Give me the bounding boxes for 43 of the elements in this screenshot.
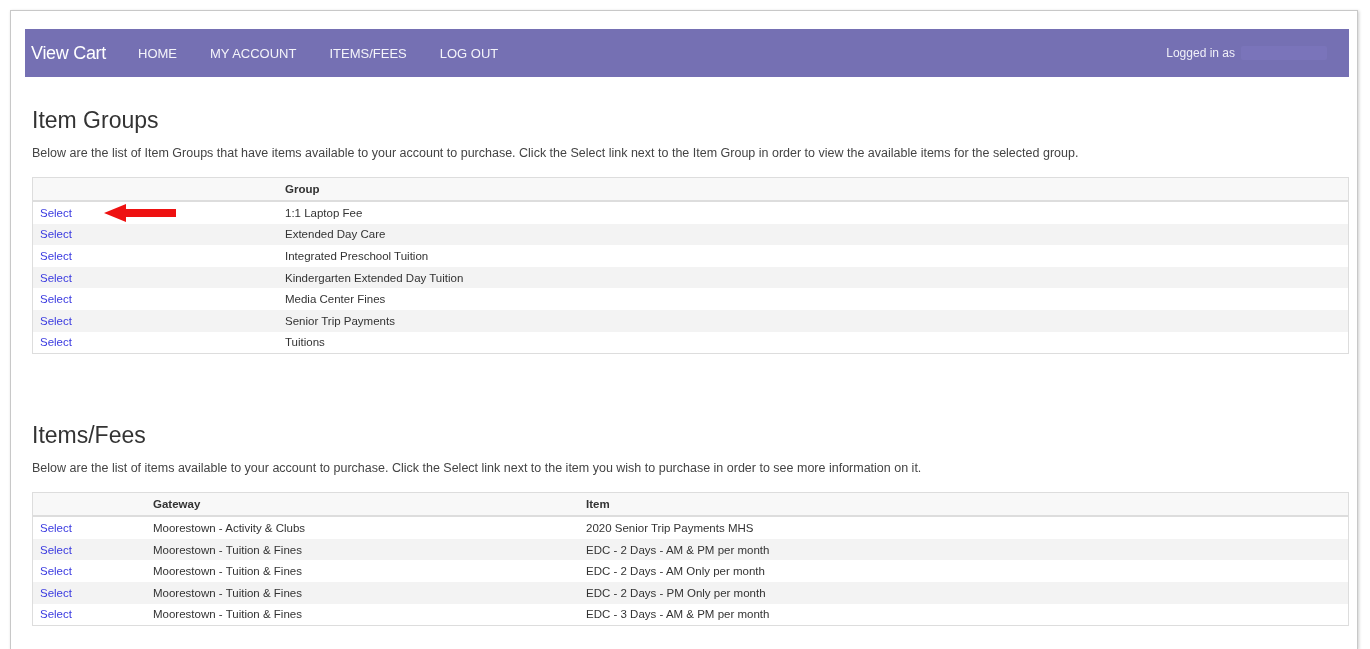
section-description: Below are the list of items available to your account to purchase. Click the Select link next to the item you wish to purchase in order to see more information on it. bbox=[32, 461, 923, 476]
select-link[interactable]: Select bbox=[40, 271, 72, 284]
table-cell-text: Moorestown - Tuition & Fines bbox=[153, 565, 303, 578]
select-link[interactable]: Select bbox=[40, 206, 72, 219]
select-link[interactable]: Select bbox=[40, 250, 72, 262]
nav-link[interactable]: LOG OUT bbox=[439, 45, 499, 61]
arrow-icon bbox=[103, 203, 176, 222]
table-cell-text: Moorestown - Tuition & Fines bbox=[153, 543, 303, 556]
table-cell-text: Extended Day Care bbox=[285, 228, 387, 241]
section-description: Below are the list of Item Groups that have items available to your account to purchase. Click the Select link next to the Item Group in order to view the available items for the selected group. bbox=[32, 146, 1080, 160]
table-cell-text: EDC - 2 Days - PM Only per month bbox=[586, 586, 767, 599]
nav-link[interactable]: MY ACCOUNT bbox=[210, 45, 297, 61]
table-cell-text: EDC - 2 Days - AM Only per month bbox=[586, 565, 766, 578]
table-cell-text: Tuitions bbox=[285, 336, 326, 349]
select-link[interactable]: Select bbox=[40, 228, 72, 241]
table-cell-text: Kindergarten Extended Day Tuition bbox=[285, 271, 465, 284]
table-cell-text: Moorestown - Tuition & Fines bbox=[153, 608, 303, 621]
table-cell-text: Integrated Preschool Tuition bbox=[285, 250, 430, 262]
table-cell-text: Moorestown - Activity & Clubs bbox=[153, 521, 307, 534]
section-title: Item Groups bbox=[32, 107, 160, 134]
select-link[interactable]: Select bbox=[40, 565, 72, 578]
select-link[interactable]: Select bbox=[40, 336, 72, 349]
brand-link[interactable]: View Cart bbox=[31, 42, 106, 64]
select-link[interactable]: Select bbox=[40, 543, 72, 556]
table-cell-text: Media Center Fines bbox=[285, 293, 387, 306]
table-cell-text: EDC - 2 Days - AM & PM per month bbox=[586, 543, 771, 556]
section-title: Items/Fees bbox=[32, 422, 147, 450]
nav-link[interactable]: HOME bbox=[138, 45, 177, 61]
select-link[interactable]: Select bbox=[40, 293, 72, 306]
table-cell-text: 2020 Senior Trip Payments MHS bbox=[586, 521, 755, 534]
table-cell-text: 1:1 Laptop Fee bbox=[285, 206, 364, 219]
table-cell-text: EDC - 3 Days - AM & PM per month bbox=[586, 608, 771, 621]
select-link[interactable]: Select bbox=[40, 314, 72, 327]
column-header: Item bbox=[586, 498, 611, 511]
select-link[interactable]: Select bbox=[40, 608, 72, 621]
nav-link[interactable]: ITEMS/FEES bbox=[329, 45, 407, 61]
select-link[interactable]: Select bbox=[40, 586, 72, 599]
logged-in-label: Logged in as bbox=[1166, 46, 1235, 60]
table-cell-text: Senior Trip Payments bbox=[285, 314, 396, 327]
column-header: Group bbox=[285, 183, 321, 195]
column-header: Gateway bbox=[153, 498, 202, 511]
table-cell-text: Moorestown - Tuition & Fines bbox=[153, 586, 303, 599]
select-link[interactable]: Select bbox=[40, 521, 72, 534]
